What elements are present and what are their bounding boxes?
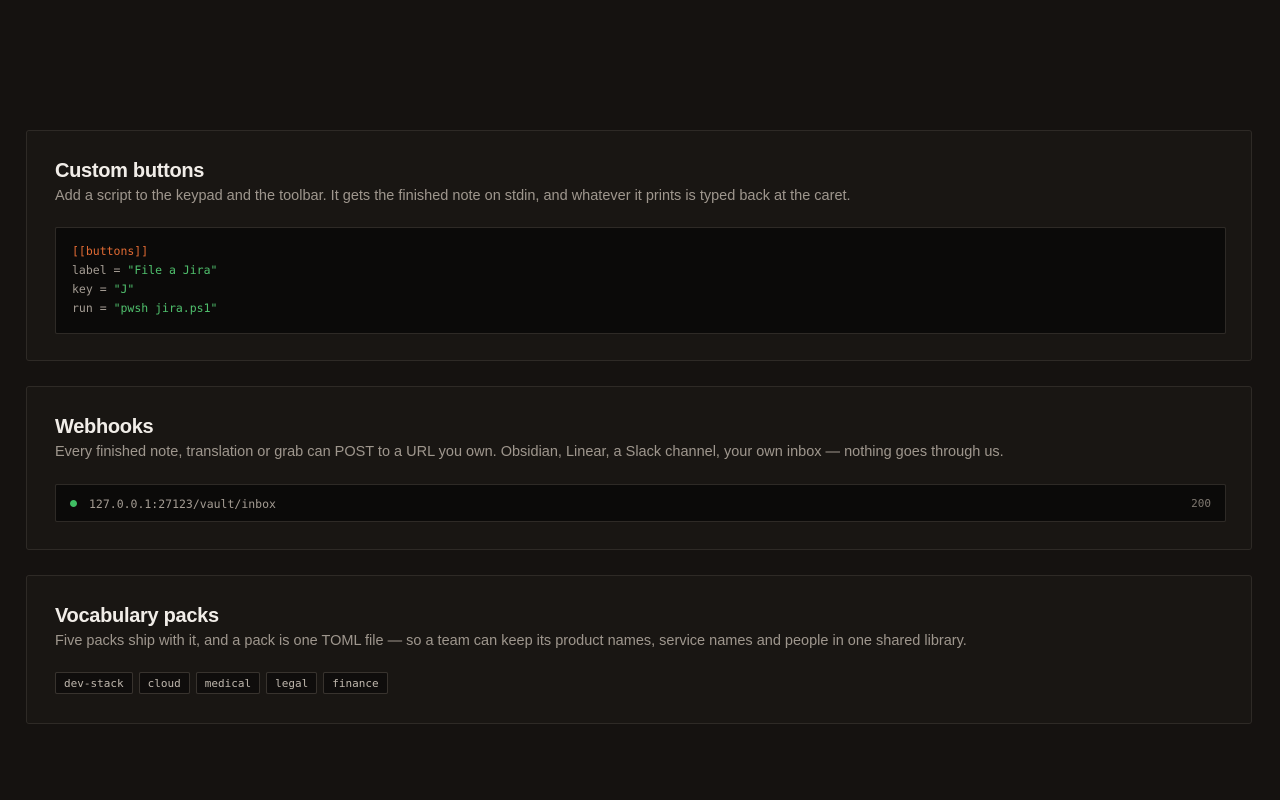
vocabulary-packs-description: Five packs ship with it, and a pack is o…	[55, 633, 967, 649]
webhooks-card: Webhooks Every finished note, translatio…	[26, 386, 1252, 550]
code-section-header: [[buttons]]	[72, 244, 149, 258]
webhooks-title: Webhooks	[55, 416, 154, 438]
pack-chip-cloud[interactable]: cloud	[138, 672, 190, 694]
code-line-run: run = "pwsh jira.ps1"	[72, 301, 217, 315]
pack-chip-legal[interactable]: legal	[266, 672, 318, 694]
pack-chip-finance[interactable]: finance	[323, 672, 388, 694]
pack-chip-dev-stack[interactable]: dev-stack	[55, 672, 133, 694]
code-line-label: label = "File a Jira"	[72, 263, 217, 277]
buttons-config-code: [[buttons]] label = "File a Jira" key = …	[55, 227, 1226, 334]
pack-chip-medical[interactable]: medical	[195, 672, 261, 694]
page: Custom buttons Add a script to the keypa…	[0, 0, 1280, 800]
code-key: label	[72, 263, 107, 277]
code-key: key	[72, 282, 93, 296]
code-operator: =	[92, 301, 114, 315]
status-dot-icon	[70, 500, 77, 507]
webhook-status-code: 200	[1191, 497, 1211, 510]
code-key: run	[72, 301, 93, 315]
vocabulary-pack-list: dev-stack cloud medical legal finance	[55, 672, 388, 694]
code-operator: =	[106, 263, 128, 277]
code-operator: =	[92, 282, 114, 296]
webhook-url: 127.0.0.1:27123/vault/inbox	[89, 497, 276, 511]
custom-buttons-description: Add a script to the keypad and the toolb…	[55, 188, 851, 204]
webhooks-description: Every finished note, translation or grab…	[55, 444, 1004, 460]
code-line-key: key = "J"	[72, 282, 134, 296]
webhook-endpoint-row[interactable]: 127.0.0.1:27123/vault/inbox 200	[55, 484, 1226, 522]
code-value: "pwsh jira.ps1"	[113, 301, 218, 315]
vocabulary-packs-card: Vocabulary packs Five packs ship with it…	[26, 575, 1252, 724]
custom-buttons-title: Custom buttons	[55, 160, 205, 182]
code-value: "J"	[113, 282, 135, 296]
code-value: "File a Jira"	[127, 263, 218, 277]
vocabulary-packs-title: Vocabulary packs	[55, 605, 219, 627]
custom-buttons-card: Custom buttons Add a script to the keypa…	[26, 130, 1252, 361]
